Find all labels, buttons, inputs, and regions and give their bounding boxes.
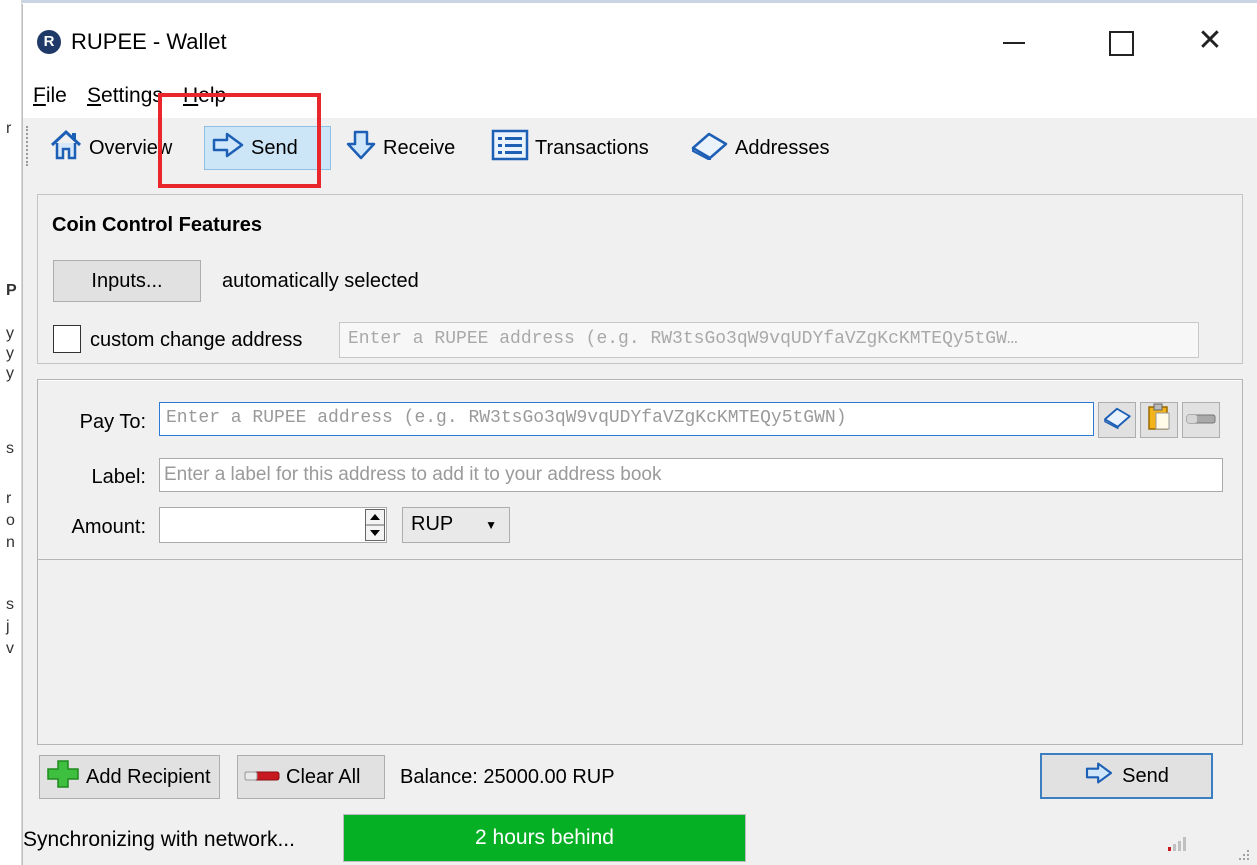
maximize-button[interactable] xyxy=(1097,22,1143,62)
background-text-fragment: r xyxy=(6,120,12,137)
inputs-button[interactable]: Inputs... xyxy=(53,260,201,302)
status-bar: Synchronizing with network... 2 hours be… xyxy=(23,814,1257,865)
eraser-icon xyxy=(1186,409,1216,432)
tab-overview[interactable]: Overview xyxy=(43,126,178,170)
sync-progress-bar: 2 hours behind xyxy=(343,814,746,862)
rupee-logo-icon: R xyxy=(37,30,61,54)
tab-addresses[interactable]: Addresses xyxy=(683,126,836,170)
menu-file-label: ile xyxy=(45,84,67,107)
close-button[interactable]: ✕ xyxy=(1187,22,1233,62)
tab-transactions-label: Transactions xyxy=(535,136,649,159)
menu-file-mnemonic: F xyxy=(33,84,46,107)
background-text-fragment: P xyxy=(6,282,17,299)
tab-transactions[interactable]: Transactions xyxy=(485,126,655,170)
transactions-list-icon xyxy=(491,129,529,167)
tab-receive[interactable]: Receive xyxy=(339,126,461,170)
eraser-icon xyxy=(244,766,280,789)
background-text-fragment: s xyxy=(6,596,14,613)
network-signal-icon xyxy=(1168,834,1188,857)
main-toolbar: Overview Send Receive Transactions Addre xyxy=(23,118,1257,174)
toolbar-grip-handle[interactable] xyxy=(26,126,29,166)
menu-help-label: elp xyxy=(198,84,227,107)
background-text-fragment: v xyxy=(6,640,14,657)
background-text-fragment: y xyxy=(6,345,14,362)
custom-change-checkbox[interactable] xyxy=(53,325,81,353)
delete-entry-button[interactable] xyxy=(1182,402,1220,438)
send-arrow-icon xyxy=(211,131,245,165)
unit-dropdown-value: RUP xyxy=(411,513,454,535)
background-text-fragment: j xyxy=(6,618,10,635)
pay-to-input[interactable]: Enter a RUPEE address (e.g. RW3tsGo3qW9v… xyxy=(159,402,1094,436)
menu-bar: File Settings Help xyxy=(23,76,1257,118)
address-book-icon xyxy=(689,130,729,166)
pay-to-label: Pay To: xyxy=(79,411,146,433)
background-text-fragment: n xyxy=(6,534,15,551)
label-field-label: Label: xyxy=(91,466,147,488)
menu-settings-label: ettings xyxy=(101,84,163,107)
resize-grip-icon[interactable] xyxy=(1238,844,1250,865)
send-arrow-icon xyxy=(1084,761,1114,791)
clear-all-button[interactable]: Clear All xyxy=(237,755,385,799)
custom-change-label: custom change address xyxy=(90,329,303,351)
background-text-fragment: y xyxy=(6,325,14,342)
menu-settings[interactable]: Settings xyxy=(87,84,163,108)
clear-all-label: Clear All xyxy=(286,765,361,788)
background-text-fragment: y xyxy=(6,365,14,382)
tab-receive-label: Receive xyxy=(383,136,456,159)
amount-spinner[interactable] xyxy=(365,509,385,541)
add-plus-icon xyxy=(46,759,80,795)
tab-overview-label: Overview xyxy=(89,136,173,159)
custom-change-address-input[interactable]: Enter a RUPEE address (e.g. RW3tsGo3qW9v… xyxy=(339,322,1199,358)
background-window: r P y y y s r o n s j v xyxy=(0,0,22,865)
balance-text: Balance: 25000.00 RUP xyxy=(400,766,615,788)
background-text-fragment: s xyxy=(6,440,14,457)
background-window-edge xyxy=(0,0,1257,3)
tab-send[interactable]: Send xyxy=(204,126,331,170)
recipients-scroll-area: Pay To: Enter a RUPEE address (e.g. RW3t… xyxy=(37,379,1243,745)
title-bar: R RUPEE - Wallet ✕ xyxy=(23,4,1257,76)
clipboard-icon xyxy=(1147,403,1171,437)
coin-control-title: Coin Control Features xyxy=(52,214,263,236)
choose-address-button[interactable] xyxy=(1098,402,1136,438)
label-input[interactable]: Enter a label for this address to add it… xyxy=(159,458,1223,492)
coin-control-panel: Coin Control Features Inputs... automati… xyxy=(37,194,1243,364)
sync-status-text: Synchronizing with network... xyxy=(23,828,295,851)
menu-settings-mnemonic: S xyxy=(87,84,102,107)
background-text-fragment: r xyxy=(6,490,12,507)
menu-help-mnemonic: H xyxy=(183,84,199,107)
menu-file[interactable]: File xyxy=(33,84,67,108)
home-icon xyxy=(49,129,83,167)
menu-help[interactable]: Help xyxy=(183,84,226,108)
send-button-label: Send xyxy=(1122,764,1169,787)
recipient-entry: Pay To: Enter a RUPEE address (e.g. RW3t… xyxy=(38,380,1242,560)
send-button[interactable]: Send xyxy=(1040,753,1213,799)
chevron-down-icon: ▼ xyxy=(485,518,497,532)
tab-addresses-label: Addresses xyxy=(735,136,830,159)
tab-send-label: Send xyxy=(251,136,298,159)
wallet-window: R RUPEE - Wallet ✕ File Settings Help Ov… xyxy=(22,4,1257,865)
receive-arrow-icon xyxy=(345,129,377,167)
sync-progress-text: 2 hours behind xyxy=(475,826,614,849)
address-book-icon xyxy=(1102,405,1132,435)
amount-input[interactable] xyxy=(159,507,387,543)
background-text-fragment: o xyxy=(6,512,15,529)
amount-label: Amount: xyxy=(71,516,146,538)
window-title: RUPEE - Wallet xyxy=(71,29,227,54)
add-recipient-label: Add Recipient xyxy=(86,765,211,788)
minimize-button[interactable] xyxy=(991,22,1037,62)
inputs-status-text: automatically selected xyxy=(222,270,419,292)
unit-dropdown[interactable]: RUP ▼ xyxy=(402,507,510,543)
add-recipient-button[interactable]: Add Recipient xyxy=(39,755,220,799)
paste-address-button[interactable] xyxy=(1140,402,1178,438)
